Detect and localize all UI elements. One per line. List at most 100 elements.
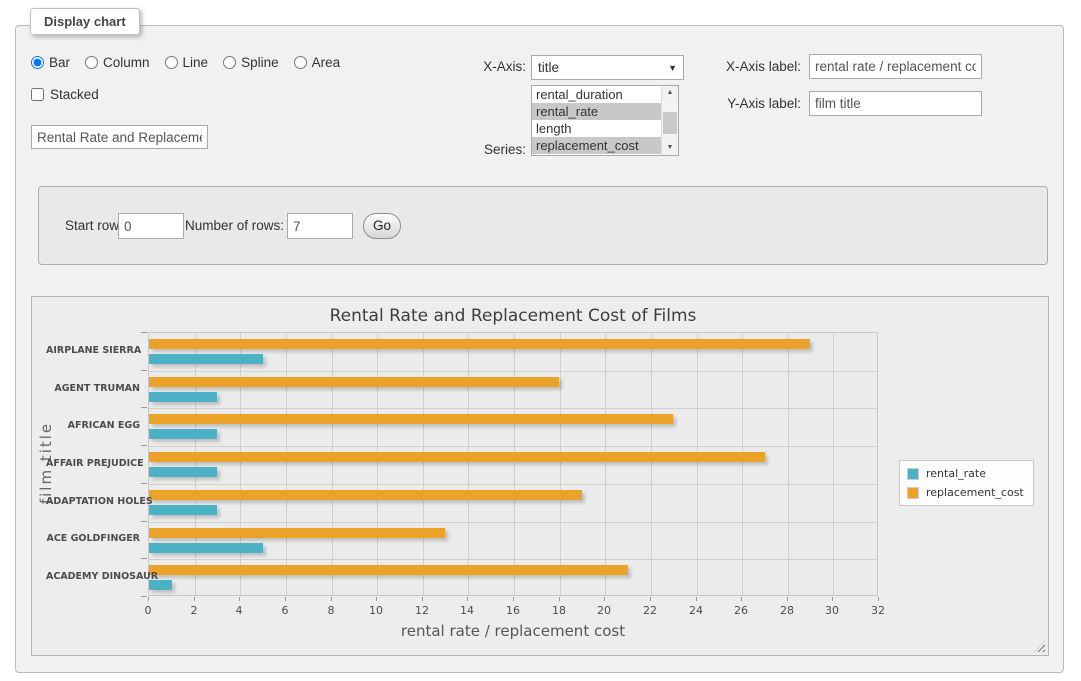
gridline — [605, 333, 606, 595]
x-tick-label: 20 — [589, 604, 619, 617]
x-tick — [650, 597, 651, 601]
x-tick — [467, 597, 468, 601]
x-tick — [832, 597, 833, 601]
bar-replacement_cost — [149, 339, 810, 349]
x-tick-label: 14 — [452, 604, 482, 617]
y-tick — [141, 332, 147, 333]
gridline — [468, 333, 469, 595]
page: Display chart Bar Column Line Spline Are… — [0, 0, 1081, 681]
chart-container: Rental Rate and Replacement Cost of Film… — [31, 296, 1049, 656]
gridline — [149, 371, 877, 372]
radio-spline[interactable]: Spline — [223, 55, 279, 70]
x-tick — [239, 597, 240, 601]
legend-item: replacement_cost — [900, 483, 1033, 502]
x-tick — [422, 597, 423, 601]
y-category-label: AFFAIR PREJUDICE — [46, 458, 140, 469]
radio-line[interactable]: Line — [165, 55, 209, 70]
y-category-label: AFRICAN EGG — [46, 420, 140, 431]
series-list-label: Series: — [411, 142, 526, 157]
radio-spline-label: Spline — [241, 55, 279, 70]
x-tick-label: 10 — [361, 604, 391, 617]
x-tick-label: 32 — [863, 604, 893, 617]
gridline — [195, 333, 196, 595]
x-tick-label: 2 — [179, 604, 209, 617]
radio-area[interactable]: Area — [294, 55, 341, 70]
gridline — [149, 408, 877, 409]
x-tick-label: 28 — [772, 604, 802, 617]
radio-area-input[interactable] — [294, 56, 307, 69]
scrollbar-thumb[interactable] — [663, 112, 677, 134]
row-range-panel: Start row: Number of rows: Go — [38, 186, 1048, 265]
x-tick-label: 4 — [224, 604, 254, 617]
stacked-checkbox[interactable] — [31, 88, 44, 101]
chart-plot-area — [148, 332, 878, 596]
radio-column-input[interactable] — [85, 56, 98, 69]
gridline — [423, 333, 424, 595]
resize-grip-icon[interactable] — [1034, 641, 1045, 652]
x-tick-label: 18 — [544, 604, 574, 617]
radio-column[interactable]: Column — [85, 55, 150, 70]
bar-rental_rate — [149, 354, 263, 364]
series-option-length[interactable]: length — [532, 120, 661, 137]
y-tick — [141, 483, 147, 484]
series-option-rental-rate[interactable]: rental_rate — [532, 103, 661, 120]
legend-label: replacement_cost — [926, 486, 1024, 499]
gridline — [286, 333, 287, 595]
x-tick — [878, 597, 879, 601]
start-row-input[interactable] — [118, 213, 184, 239]
y-tick — [141, 521, 147, 522]
bar-replacement_cost — [149, 414, 673, 424]
legend-item: rental_rate — [900, 464, 1033, 483]
x-tick-label: 8 — [316, 604, 346, 617]
scrollbar-down-icon[interactable]: ▼ — [662, 141, 678, 155]
gridline — [742, 333, 743, 595]
y-tick — [141, 558, 147, 559]
y-tick — [141, 407, 147, 408]
y-axis-label-label: Y-Axis label: — [656, 96, 801, 111]
x-tick — [604, 597, 605, 601]
radio-line-input[interactable] — [165, 56, 178, 69]
x-tick — [331, 597, 332, 601]
radio-bar-label: Bar — [49, 55, 70, 70]
chart-legend: rental_rate replacement_cost — [899, 460, 1034, 506]
stacked-checkbox-row[interactable]: Stacked — [31, 87, 99, 102]
go-button[interactable]: Go — [363, 213, 401, 239]
series-option-replacement-cost[interactable]: replacement_cost — [532, 137, 661, 154]
gridline — [332, 333, 333, 595]
legend-swatch-rental_rate — [907, 468, 919, 480]
radio-bar[interactable]: Bar — [31, 55, 70, 70]
y-tick — [141, 596, 147, 597]
x-tick — [696, 597, 697, 601]
gridline — [149, 484, 877, 485]
gridline — [697, 333, 698, 595]
number-of-rows-input[interactable] — [287, 213, 353, 239]
number-of-rows-label: Number of rows: — [185, 218, 284, 233]
x-tick — [741, 597, 742, 601]
gridline — [651, 333, 652, 595]
chart-title-input[interactable] — [31, 125, 208, 149]
legend-label: rental_rate — [926, 467, 986, 480]
y-category-label: ACE GOLDFINGER — [46, 533, 140, 544]
y-axis-label-input[interactable] — [809, 91, 982, 116]
y-category-label: AGENT TRUMAN — [46, 383, 140, 394]
chart-type-radio-group: Bar Column Line Spline Area — [31, 55, 340, 70]
x-axis-label-input[interactable] — [809, 54, 982, 79]
radio-spline-input[interactable] — [223, 56, 236, 69]
gridline — [240, 333, 241, 595]
legend-swatch-replacement_cost — [907, 487, 919, 499]
panel-title: Display chart — [30, 8, 140, 35]
gridline — [149, 522, 877, 523]
y-tick — [141, 445, 147, 446]
series-option-rental-duration[interactable]: rental_duration — [532, 86, 661, 103]
bar-replacement_cost — [149, 377, 559, 387]
bar-replacement_cost — [149, 452, 765, 462]
radio-bar-input[interactable] — [31, 56, 44, 69]
x-tick — [787, 597, 788, 601]
x-tick-label: 26 — [726, 604, 756, 617]
chart-x-axis-title: rental rate / replacement cost — [148, 622, 878, 640]
radio-column-label: Column — [103, 55, 150, 70]
x-tick — [559, 597, 560, 601]
x-tick-label: 12 — [407, 604, 437, 617]
x-tick-label: 6 — [270, 604, 300, 617]
chart-title: Rental Rate and Replacement Cost of Film… — [148, 306, 878, 326]
